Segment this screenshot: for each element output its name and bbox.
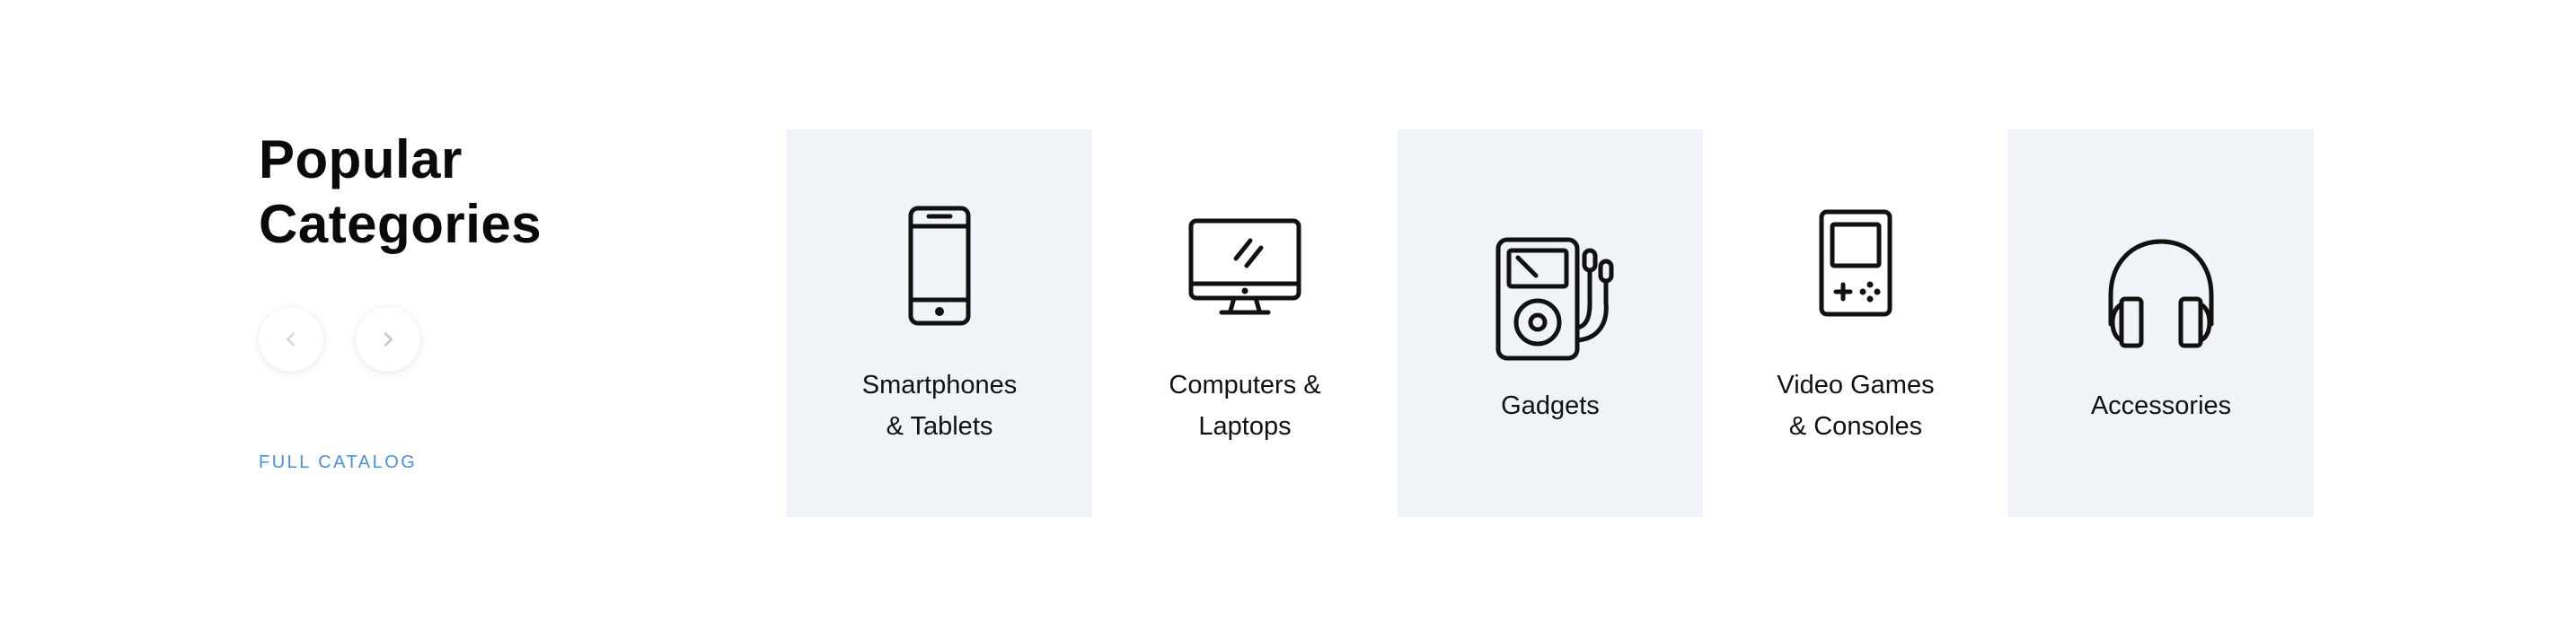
carousel-arrows bbox=[259, 307, 420, 372]
desktop-computer-icon bbox=[1188, 218, 1301, 315]
category-label: Smartphones & Tablets bbox=[861, 371, 1018, 441]
full-catalog-link[interactable]: FULL CATALOG bbox=[259, 452, 417, 473]
category-tile-video-games[interactable]: Video Games & Consoles bbox=[1703, 129, 2008, 517]
category-list: Smartphones & Tablets Computers & Laptop… bbox=[787, 129, 2314, 517]
category-label: Computers & Laptops bbox=[1169, 371, 1321, 441]
music-player-icon bbox=[1495, 237, 1614, 361]
category-label: Accessories bbox=[2090, 391, 2232, 420]
smartphone-icon bbox=[908, 206, 971, 326]
chevron-left-icon bbox=[286, 332, 296, 347]
handheld-console-icon bbox=[1819, 209, 1892, 317]
previous-button[interactable] bbox=[259, 307, 323, 372]
category-label: Video Games & Consoles bbox=[1777, 371, 1935, 441]
category-tile-computers[interactable]: Computers & Laptops bbox=[1092, 129, 1398, 517]
chevron-right-icon bbox=[384, 332, 393, 347]
headphones-icon bbox=[2108, 239, 2214, 348]
category-tile-gadgets[interactable]: Gadgets bbox=[1398, 129, 1703, 517]
category-label: Gadgets bbox=[1501, 391, 1600, 420]
next-button[interactable] bbox=[356, 307, 420, 372]
section-title: Popular Categories bbox=[259, 129, 543, 254]
category-tile-accessories[interactable]: Accessories bbox=[2008, 129, 2314, 517]
popular-categories-intro: Popular Categories FULL CATALOG bbox=[259, 127, 726, 472]
category-tile-smartphones[interactable]: Smartphones & Tablets bbox=[787, 129, 1092, 517]
